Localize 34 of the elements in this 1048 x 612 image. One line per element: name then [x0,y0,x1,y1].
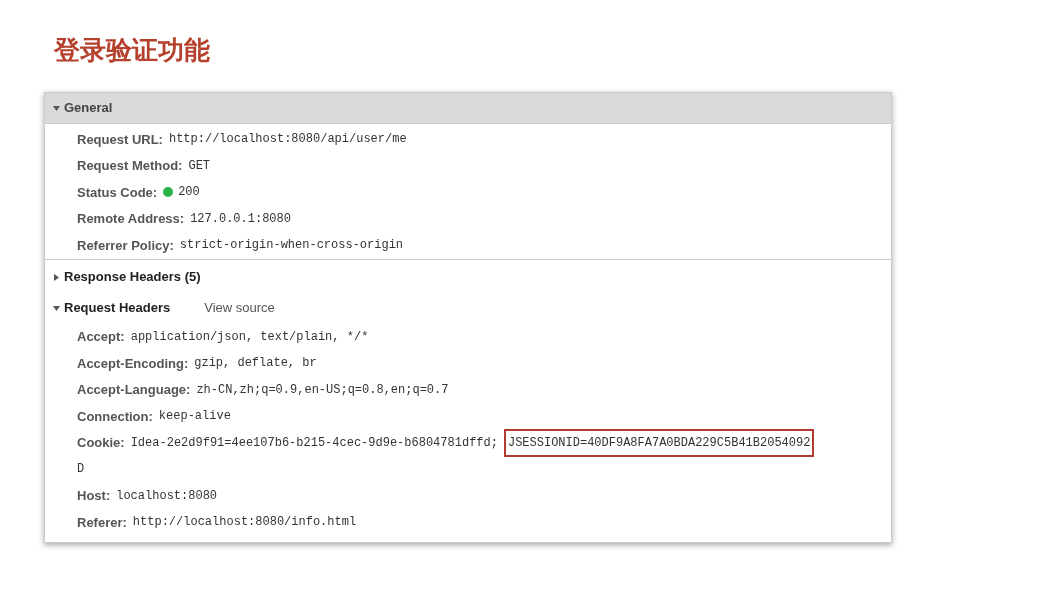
header-value: http://localhost:8080/api/user/me [168,131,407,149]
header-name: Cookie: [77,434,125,452]
right-triangle-icon [53,273,60,281]
header-value: GET [188,157,211,175]
section-header[interactable]: General [45,93,891,124]
header-name: Accept-Language: [77,381,191,399]
header-name: Referrer Policy: [77,236,174,255]
header-name: Host: [77,487,111,505]
header-name: Accept: [77,328,125,346]
header-value: D [77,461,85,479]
header-name: Remote Address: [77,210,185,228]
header-value: http://localhost:8080/info.html [132,514,357,532]
header-name: Connection: [77,407,153,426]
highlighted-value: JSESSIONID=40DF9A8FA7A0BDA229C5B41B2054092 [503,428,815,457]
slide-title: 登录验证功能 [54,34,210,67]
header-value: keep-alive [158,408,231,426]
view-source-link[interactable]: View source [204,298,275,318]
header-name: Status Code: [77,183,158,202]
header-name: Request URL: [77,130,163,149]
down-triangle-icon [53,104,60,112]
header-value: zh-CN,zh;q=0.9,en-US;q=0.8,en;q=0.7 [196,381,449,399]
down-triangle-icon [53,304,60,312]
header-value: localhost:8080 [116,487,218,505]
header-value: Idea-2e2d9f91=4ee107b6-b215-4cec-9d9e-b6804781dffd; [130,434,498,452]
header-name: Accept-Encoding: [77,354,189,373]
header-value: 127.0.0.1:8080 [190,210,291,228]
header-value: application/json, text/plain, */* [130,328,369,346]
header-value: gzip, deflate, br [194,355,317,373]
header-value: 200 [178,184,200,202]
section-header[interactable]: Request Headers View source [45,292,891,324]
header-name: Referer: [77,513,127,532]
header-name: Request Method: [77,157,183,175]
section-header[interactable]: Response Headers (5) [45,261,891,293]
header-value: strict-origin-when-cross-origin [179,237,404,255]
